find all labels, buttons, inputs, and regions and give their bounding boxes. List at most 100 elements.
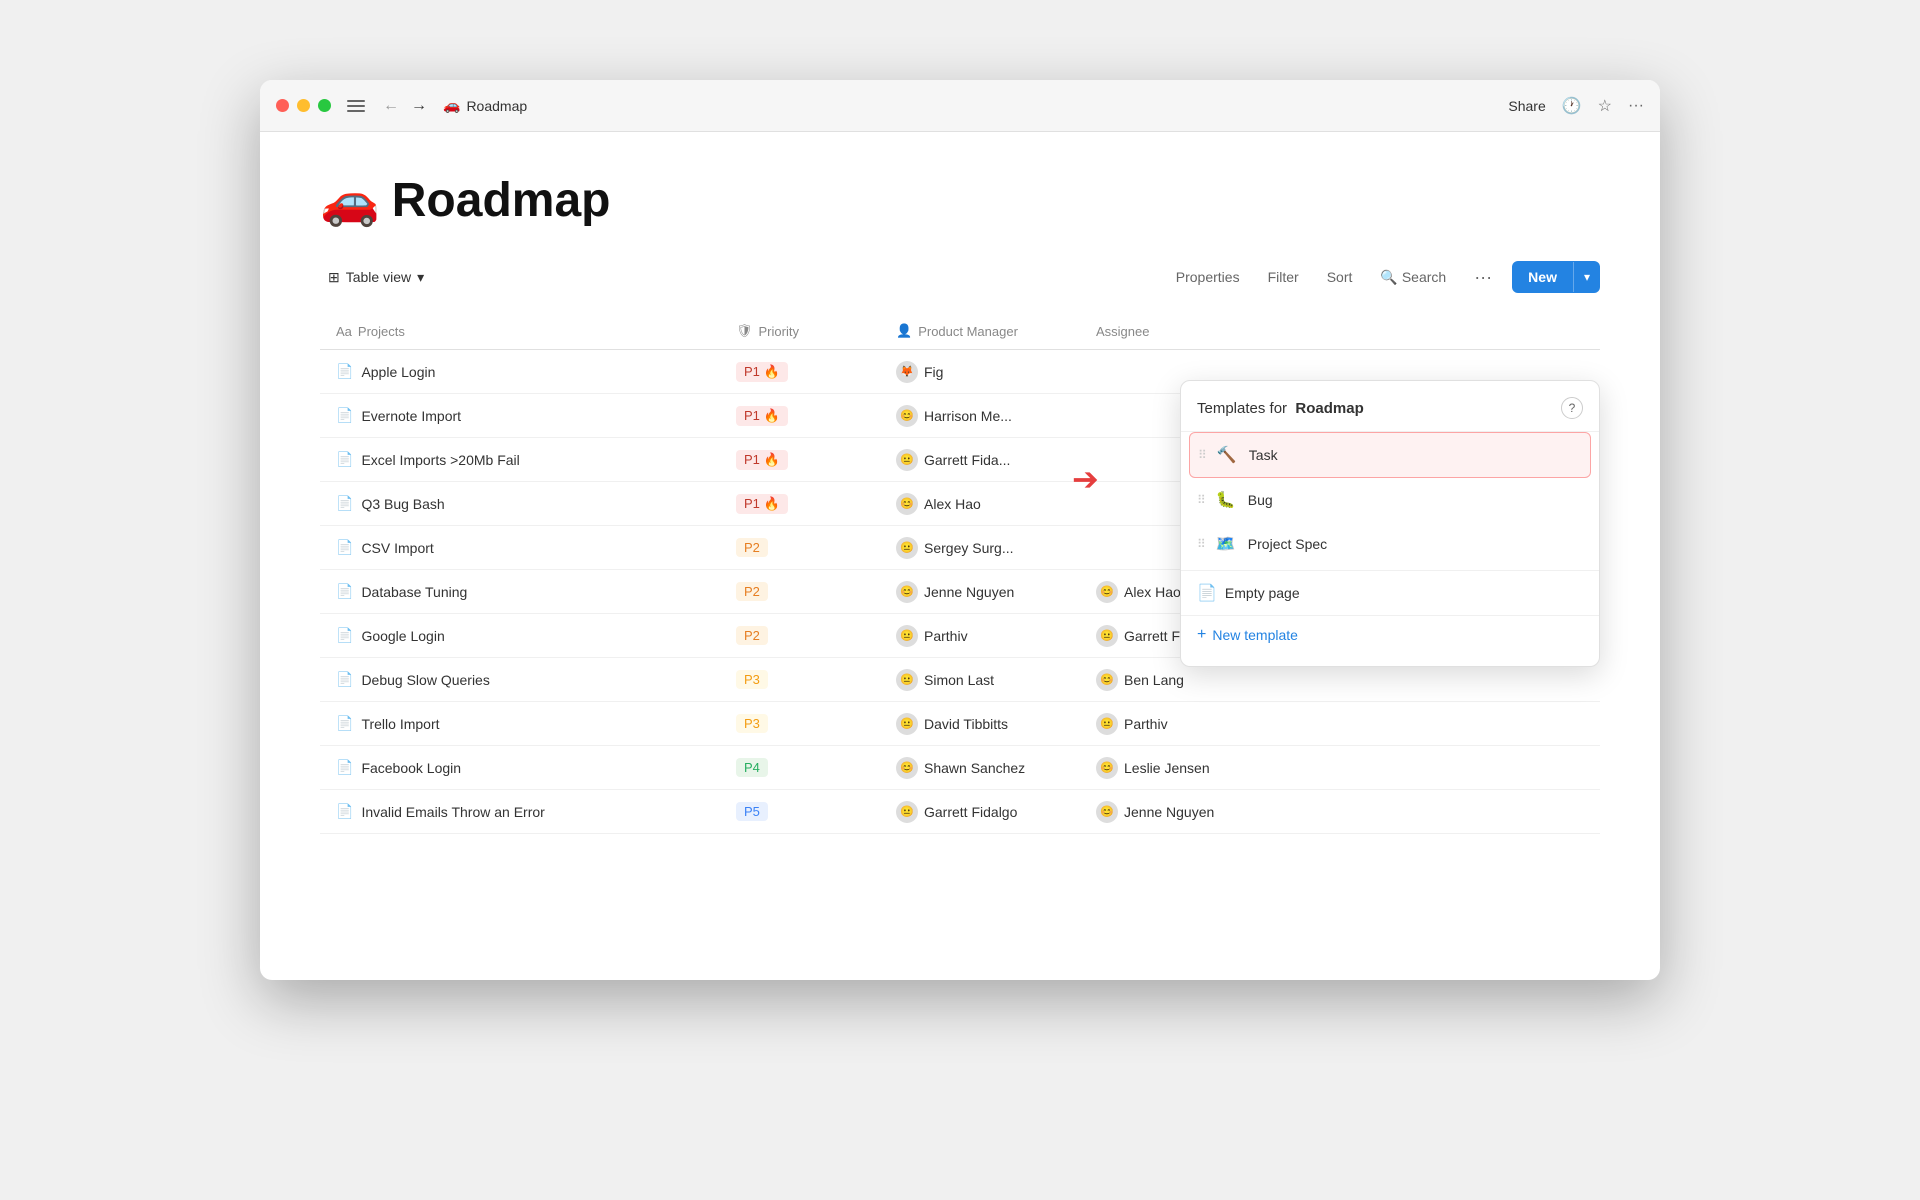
avatar: 😐 bbox=[1096, 625, 1118, 647]
new-main-button[interactable]: New bbox=[1512, 261, 1573, 293]
avatar: 😐 bbox=[1096, 713, 1118, 735]
cell-assignee: 😊Leslie Jensen bbox=[1080, 747, 1600, 789]
cell-project: 📄Facebook Login bbox=[320, 749, 720, 786]
template-item-bug[interactable]: ⠿ 🐛 Bug ··· bbox=[1181, 478, 1599, 522]
doc-icon: 📄 bbox=[336, 759, 353, 776]
cell-manager: 😐Simon Last bbox=[880, 659, 1080, 701]
cell-project: 📄Q3 Bug Bash bbox=[320, 485, 720, 522]
avatar: 😐 bbox=[896, 449, 918, 471]
cell-priority: P2 bbox=[720, 528, 880, 567]
bug-icon: 🐛 bbox=[1212, 486, 1240, 514]
avatar: 😊 bbox=[1096, 669, 1118, 691]
priority-badge: P1 🔥 bbox=[736, 450, 788, 470]
red-arrow-indicator: ➔ bbox=[1072, 460, 1099, 498]
search-button[interactable]: 🔍 Search bbox=[1372, 265, 1454, 290]
col-projects-label: Projects bbox=[358, 324, 405, 339]
history-icon[interactable]: 🕐 bbox=[1562, 96, 1582, 116]
favorite-icon[interactable]: ☆ bbox=[1598, 96, 1612, 116]
templates-title-prefix: Templates for bbox=[1197, 400, 1287, 417]
col-assignee-label: Assignee bbox=[1096, 324, 1149, 339]
cell-manager: 😐Garrett Fidalgo bbox=[880, 791, 1080, 833]
templates-title-name: Roadmap bbox=[1295, 400, 1363, 417]
plus-icon: + bbox=[1197, 626, 1206, 644]
doc-icon: 📄 bbox=[336, 671, 353, 688]
cell-manager: 😐Sergey Surg... bbox=[880, 527, 1080, 569]
drag-handle-icon: ⠿ bbox=[1197, 493, 1206, 507]
filter-button[interactable]: Filter bbox=[1260, 265, 1307, 289]
cell-manager: 😊Jenne Nguyen bbox=[880, 571, 1080, 613]
table-view-button[interactable]: ⊞ Table view ▾ bbox=[320, 265, 432, 290]
menu-icon[interactable] bbox=[347, 96, 367, 116]
priority-badge: P1 🔥 bbox=[736, 494, 788, 514]
toolbar: ⊞ Table view ▾ Properties Filter Sort 🔍 … bbox=[320, 261, 1600, 293]
cell-priority: P1 🔥 bbox=[720, 352, 880, 392]
col-header-priority: 🛡 Priority bbox=[720, 313, 880, 349]
avatar: 😊 bbox=[1096, 757, 1118, 779]
avatar: 😊 bbox=[1096, 581, 1118, 603]
avatar: 😊 bbox=[896, 581, 918, 603]
text-icon: Aa bbox=[336, 324, 352, 339]
empty-page-item[interactable]: 📄 Empty page bbox=[1181, 575, 1599, 611]
cell-project: 📄Debug Slow Queries bbox=[320, 661, 720, 698]
titlebar-actions: Share 🕐 ☆ ··· bbox=[1508, 96, 1644, 116]
template-item-project-spec[interactable]: ⠿ 🗺️ Project Spec ··· bbox=[1181, 522, 1599, 566]
empty-page-label: Empty page bbox=[1225, 585, 1300, 601]
cell-project: 📄Excel Imports >20Mb Fail bbox=[320, 441, 720, 478]
template-bug-label: Bug bbox=[1248, 492, 1555, 508]
table-row[interactable]: 📄Facebook Login P4 😊Shawn Sanchez 😊Lesli… bbox=[320, 746, 1600, 790]
back-button[interactable]: ← bbox=[379, 95, 403, 117]
main-content: 🚗 Roadmap ⊞ Table view ▾ Properties Filt… bbox=[260, 132, 1660, 980]
template-item-task[interactable]: ⠿ 🔨 Task ··· bbox=[1189, 432, 1591, 478]
table-row[interactable]: 📄Invalid Emails Throw an Error P5 😐Garre… bbox=[320, 790, 1600, 834]
cell-manager: 😐David Tibbitts bbox=[880, 703, 1080, 745]
cell-project: 📄Database Tuning bbox=[320, 573, 720, 610]
maximize-button[interactable] bbox=[318, 99, 331, 112]
drag-handle-icon: ⠿ bbox=[1198, 448, 1207, 462]
col-priority-label: Priority bbox=[759, 324, 799, 339]
traffic-lights bbox=[276, 99, 331, 112]
toolbar-right: Properties Filter Sort 🔍 Search ··· New … bbox=[1168, 261, 1600, 293]
task-icon: 🔨 bbox=[1213, 441, 1241, 469]
doc-icon: 📄 bbox=[336, 803, 353, 820]
priority-badge: P2 bbox=[736, 538, 768, 557]
avatar: 😐 bbox=[896, 625, 918, 647]
doc-icon: 📄 bbox=[336, 451, 353, 468]
doc-icon: 📄 bbox=[336, 407, 353, 424]
doc-icon: 📄 bbox=[336, 583, 353, 600]
cell-manager: 😐Parthiv bbox=[880, 615, 1080, 657]
title-text: Roadmap bbox=[466, 98, 527, 114]
avatar: 😊 bbox=[896, 757, 918, 779]
avatar: 😐 bbox=[896, 713, 918, 735]
avatar: 😐 bbox=[896, 669, 918, 691]
more-options-button[interactable]: ··· bbox=[1628, 97, 1644, 115]
nav-arrows: ← → bbox=[379, 95, 431, 117]
cell-assignee: 😊Jenne Nguyen bbox=[1080, 791, 1600, 833]
shield-icon: 🛡 bbox=[736, 323, 753, 339]
search-label: Search bbox=[1402, 269, 1446, 285]
cell-manager: 🦊Fig bbox=[880, 351, 1080, 393]
properties-button[interactable]: Properties bbox=[1168, 265, 1248, 289]
toolbar-more-button[interactable]: ··· bbox=[1466, 263, 1500, 292]
minimize-button[interactable] bbox=[297, 99, 310, 112]
col-header-assignee: Assignee bbox=[1080, 313, 1600, 349]
close-button[interactable] bbox=[276, 99, 289, 112]
sort-button[interactable]: Sort bbox=[1319, 265, 1361, 289]
table-row[interactable]: 📄Trello Import P3 😐David Tibbitts 😐Parth… bbox=[320, 702, 1600, 746]
table-view-label: Table view bbox=[346, 269, 411, 285]
cell-manager: 😊Alex Hao bbox=[880, 483, 1080, 525]
new-template-button[interactable]: + New template bbox=[1181, 615, 1599, 654]
templates-title: Templates for Roadmap bbox=[1197, 400, 1364, 417]
share-button[interactable]: Share bbox=[1508, 98, 1545, 114]
cell-project: 📄Evernote Import bbox=[320, 397, 720, 434]
templates-header: Templates for Roadmap ? bbox=[1181, 393, 1599, 432]
priority-badge: P2 bbox=[736, 582, 768, 601]
drag-handle-icon: ⠿ bbox=[1197, 537, 1206, 551]
forward-button[interactable]: → bbox=[407, 95, 431, 117]
help-icon[interactable]: ? bbox=[1561, 397, 1583, 419]
col-header-projects: Aa Projects bbox=[320, 313, 720, 349]
new-caret-button[interactable]: ▾ bbox=[1573, 262, 1600, 292]
avatar: 🦊 bbox=[896, 361, 918, 383]
doc-icon: 📄 bbox=[336, 627, 353, 644]
cell-assignee: 😐Parthiv bbox=[1080, 703, 1600, 745]
table-header: Aa Projects 🛡 Priority 👤 Product Manager… bbox=[320, 313, 1600, 350]
